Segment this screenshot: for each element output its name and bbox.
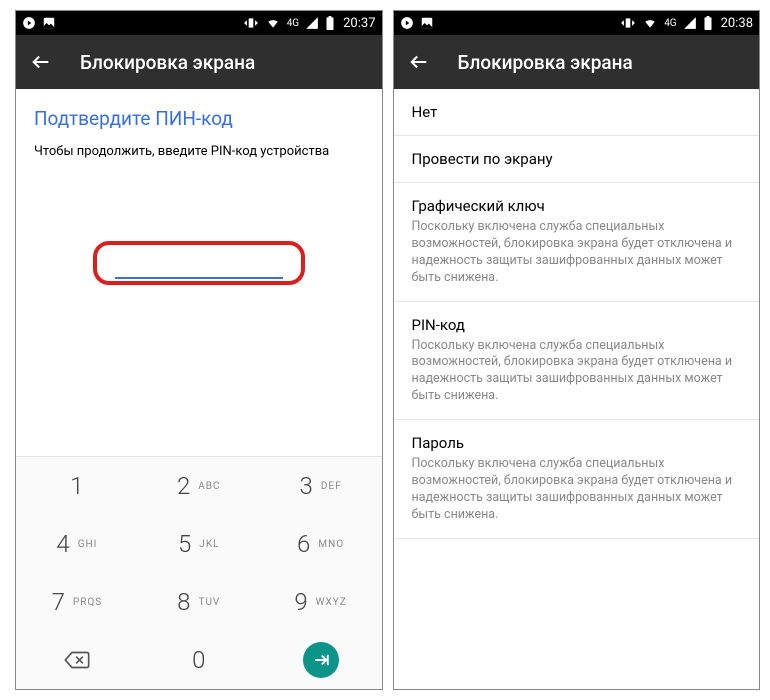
network-label: 4G	[664, 18, 676, 29]
key-2[interactable]: 2ABC	[138, 457, 260, 515]
key-7[interactable]: 7PRQS	[16, 573, 138, 631]
key-4[interactable]: 4GHI	[16, 515, 138, 573]
option-title: PIN-код	[412, 316, 742, 334]
wifi-icon	[265, 16, 281, 30]
image-icon	[42, 16, 56, 30]
option-desc: Поскольку включена служба специальных во…	[412, 456, 742, 524]
signal-icon	[683, 16, 697, 30]
phone-left: 4G 20:37 Блокировка экрана Подтвердите П…	[15, 10, 383, 690]
option-password[interactable]: Пароль Поскольку включена служба специал…	[394, 420, 760, 539]
key-backspace[interactable]	[16, 631, 138, 689]
vibrate-icon	[620, 16, 636, 30]
key-6[interactable]: 6MNO	[260, 515, 382, 573]
option-pin[interactable]: PIN-код Поскольку включена служба специа…	[394, 302, 760, 421]
page-subtitle: Чтобы продолжить, введите PIN-код устрой…	[34, 144, 364, 159]
pin-input-highlight	[93, 241, 305, 285]
signal-icon	[305, 16, 319, 30]
status-bar: 4G 20:37	[16, 11, 382, 35]
battery-icon	[325, 16, 335, 30]
phone-right: 4G 20:38 Блокировка экрана Нет Провести …	[393, 10, 761, 690]
key-submit[interactable]	[260, 631, 382, 689]
app-bar: Блокировка экрана	[394, 35, 760, 89]
option-title: Графический ключ	[412, 197, 742, 215]
page-title: Подтвердите ПИН-код	[34, 107, 364, 130]
backspace-icon	[63, 650, 91, 670]
battery-icon	[703, 16, 713, 30]
image-icon	[420, 16, 434, 30]
clock: 20:37	[343, 16, 375, 31]
app-bar-title: Блокировка экрана	[80, 51, 255, 74]
network-label: 4G	[287, 18, 299, 29]
app-bar: Блокировка экрана	[16, 35, 382, 89]
app-bar-title: Блокировка экрана	[458, 51, 633, 74]
option-swipe[interactable]: Провести по экрану	[394, 136, 760, 183]
key-0[interactable]: 0	[138, 631, 260, 689]
wifi-icon	[642, 16, 658, 30]
lock-options-list: Нет Провести по экрану Графический ключ …	[394, 89, 760, 689]
option-title: Пароль	[412, 434, 742, 452]
play-circle-icon	[400, 16, 414, 30]
pin-input[interactable]	[115, 255, 283, 279]
submit-icon	[312, 651, 330, 669]
vibrate-icon	[243, 16, 259, 30]
key-9[interactable]: 9WXYZ	[260, 573, 382, 631]
play-circle-icon	[22, 16, 36, 30]
key-5[interactable]: 5JKL	[138, 515, 260, 573]
clock: 20:38	[721, 16, 753, 31]
key-8[interactable]: 8TUV	[138, 573, 260, 631]
back-icon[interactable]	[408, 51, 430, 73]
option-title: Нет	[412, 103, 742, 121]
option-title: Провести по экрану	[412, 150, 742, 168]
key-3[interactable]: 3DEF	[260, 457, 382, 515]
option-desc: Поскольку включена служба специальных во…	[412, 338, 742, 406]
option-none[interactable]: Нет	[394, 89, 760, 136]
option-desc: Поскольку включена служба специальных во…	[412, 219, 742, 287]
status-bar: 4G 20:38	[394, 11, 760, 35]
option-pattern[interactable]: Графический ключ Поскольку включена служ…	[394, 183, 760, 302]
key-1[interactable]: 1	[16, 457, 138, 515]
back-icon[interactable]	[30, 51, 52, 73]
keypad: 1 2ABC 3DEF 4GHI 5JKL 6MNO 7PRQS 8TUV 9W…	[16, 456, 382, 689]
